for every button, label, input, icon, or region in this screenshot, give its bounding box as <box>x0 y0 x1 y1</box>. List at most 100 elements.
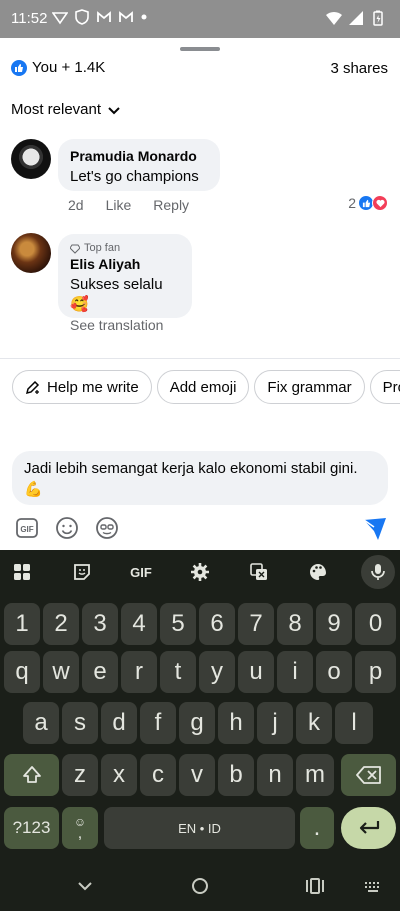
key-h[interactable]: h <box>218 702 254 744</box>
avatar[interactable] <box>11 233 51 273</box>
love-reaction-icon <box>372 195 388 211</box>
sticker-button[interactable] <box>68 558 96 586</box>
backspace-key[interactable] <box>341 754 396 796</box>
avatar-sticker-button[interactable] <box>95 516 119 540</box>
sticker-icon <box>74 564 90 580</box>
fix-grammar-chip[interactable]: Fix grammar <box>254 370 365 404</box>
emoji-button[interactable] <box>55 516 79 540</box>
key-4[interactable]: 4 <box>121 603 157 645</box>
avatar[interactable] <box>11 139 51 179</box>
comment-reactions[interactable]: 2 <box>348 195 388 211</box>
key-s[interactable]: s <box>62 702 98 744</box>
key-d[interactable]: d <box>101 702 137 744</box>
comment-bubble[interactable]: Top fan Elis Aliyah Sukses selalu🥰 See t… <box>58 234 192 333</box>
comment-author[interactable]: Pramudia Monardo <box>70 147 208 165</box>
key-v[interactable]: v <box>179 754 215 796</box>
gif-icon: GIF <box>16 518 38 538</box>
key-6[interactable]: 6 <box>199 603 235 645</box>
key-e[interactable]: e <box>82 651 118 693</box>
key-f[interactable]: f <box>140 702 176 744</box>
sort-dropdown[interactable]: Most relevant <box>11 101 121 118</box>
recents-button[interactable] <box>303 874 327 898</box>
chip-label: Fix grammar <box>267 378 352 396</box>
key-8[interactable]: 8 <box>277 603 313 645</box>
like-button[interactable]: Like <box>106 197 132 213</box>
key-m[interactable]: m <box>296 754 334 796</box>
more-chip[interactable]: Pro <box>369 370 400 404</box>
key-p[interactable]: p <box>355 651 396 693</box>
key-9[interactable]: 9 <box>316 603 352 645</box>
shares-count[interactable]: 3 shares <box>330 60 388 77</box>
home-button[interactable] <box>188 874 212 898</box>
key-u[interactable]: u <box>238 651 274 693</box>
key-z[interactable]: z <box>62 754 98 796</box>
space-bar[interactable]: EN • ID <box>104 807 295 849</box>
period-key[interactable]: . <box>300 807 334 849</box>
enter-key[interactable] <box>341 807 396 849</box>
drag-handle[interactable] <box>180 47 220 51</box>
reactions-summary[interactable]: You + 1.4K <box>11 59 105 76</box>
compose-area: Help me write Add emoji Fix grammar Pro … <box>0 358 400 550</box>
keyboard-settings-button[interactable] <box>186 558 214 586</box>
key-t[interactable]: t <box>160 651 196 693</box>
microphone-icon <box>371 564 385 580</box>
keyboard-icon <box>365 882 379 892</box>
apps-grid-button[interactable] <box>8 558 36 586</box>
see-translation-link[interactable]: See translation <box>70 317 180 333</box>
comment-text: Sukses selalu🥰 <box>70 276 163 313</box>
help-me-write-chip[interactable]: Help me write <box>12 370 152 404</box>
palette-icon <box>310 564 326 580</box>
key-g[interactable]: g <box>179 702 215 744</box>
gmail-icon <box>97 11 111 22</box>
key-n[interactable]: n <box>257 754 293 796</box>
voice-input-button[interactable] <box>361 555 395 589</box>
hide-keyboard-button[interactable] <box>73 874 97 898</box>
key-o[interactable]: o <box>316 651 352 693</box>
theme-button[interactable] <box>304 558 332 586</box>
notification-icons <box>52 9 148 25</box>
symbols-key[interactable]: ?123 <box>4 807 59 849</box>
key-1[interactable]: 1 <box>4 603 40 645</box>
key-x[interactable]: x <box>101 754 137 796</box>
add-emoji-chip[interactable]: Add emoji <box>156 370 250 404</box>
comment-author[interactable]: Elis Aliyah <box>70 255 180 273</box>
status-bar: 11:52 <box>0 0 400 38</box>
comma-key[interactable]: ☺ , <box>62 807 98 849</box>
key-0[interactable]: 0 <box>355 603 396 645</box>
key-q[interactable]: q <box>4 651 40 693</box>
comment-bubble[interactable]: Pramudia Monardo Let's go champions <box>58 139 220 191</box>
key-c[interactable]: c <box>140 754 176 796</box>
shift-key[interactable] <box>4 754 59 796</box>
apps-grid-icon <box>14 564 30 580</box>
reply-button[interactable]: Reply <box>153 197 189 213</box>
key-a[interactable]: a <box>23 702 59 744</box>
key-i[interactable]: i <box>277 651 313 693</box>
gif-button[interactable]: GIF <box>15 516 39 540</box>
key-y[interactable]: y <box>199 651 235 693</box>
top-fan-label: Top fan <box>84 242 121 254</box>
key-l[interactable]: l <box>335 702 373 744</box>
gif-keyboard-button[interactable]: GIF <box>127 558 155 586</box>
comma-label: , <box>77 825 83 842</box>
comment-time: 2d <box>68 197 84 213</box>
key-2[interactable]: 2 <box>43 603 79 645</box>
key-b[interactable]: b <box>218 754 254 796</box>
signal-icon <box>349 11 363 25</box>
reactions-count-label: You + 1.4K <box>32 59 106 76</box>
key-5[interactable]: 5 <box>160 603 196 645</box>
diamond-icon <box>70 244 80 254</box>
key-j[interactable]: j <box>257 702 293 744</box>
key-7[interactable]: 7 <box>238 603 274 645</box>
translate-button[interactable] <box>245 558 273 586</box>
keyboard-switcher-button[interactable] <box>361 874 385 898</box>
key-w[interactable]: w <box>43 651 79 693</box>
send-icon[interactable] <box>362 516 388 542</box>
key-3[interactable]: 3 <box>82 603 118 645</box>
comment-input[interactable]: Jadi lebih semangat kerja kalo ekonomi s… <box>12 451 388 505</box>
ai-suggestion-chips: Help me write Add emoji Fix grammar Pro <box>12 370 400 404</box>
avatar-sticker-icon <box>96 517 118 539</box>
compose-tools: GIF <box>15 516 119 540</box>
key-k[interactable]: k <box>296 702 332 744</box>
like-reaction-icon <box>11 59 27 76</box>
key-r[interactable]: r <box>121 651 157 693</box>
